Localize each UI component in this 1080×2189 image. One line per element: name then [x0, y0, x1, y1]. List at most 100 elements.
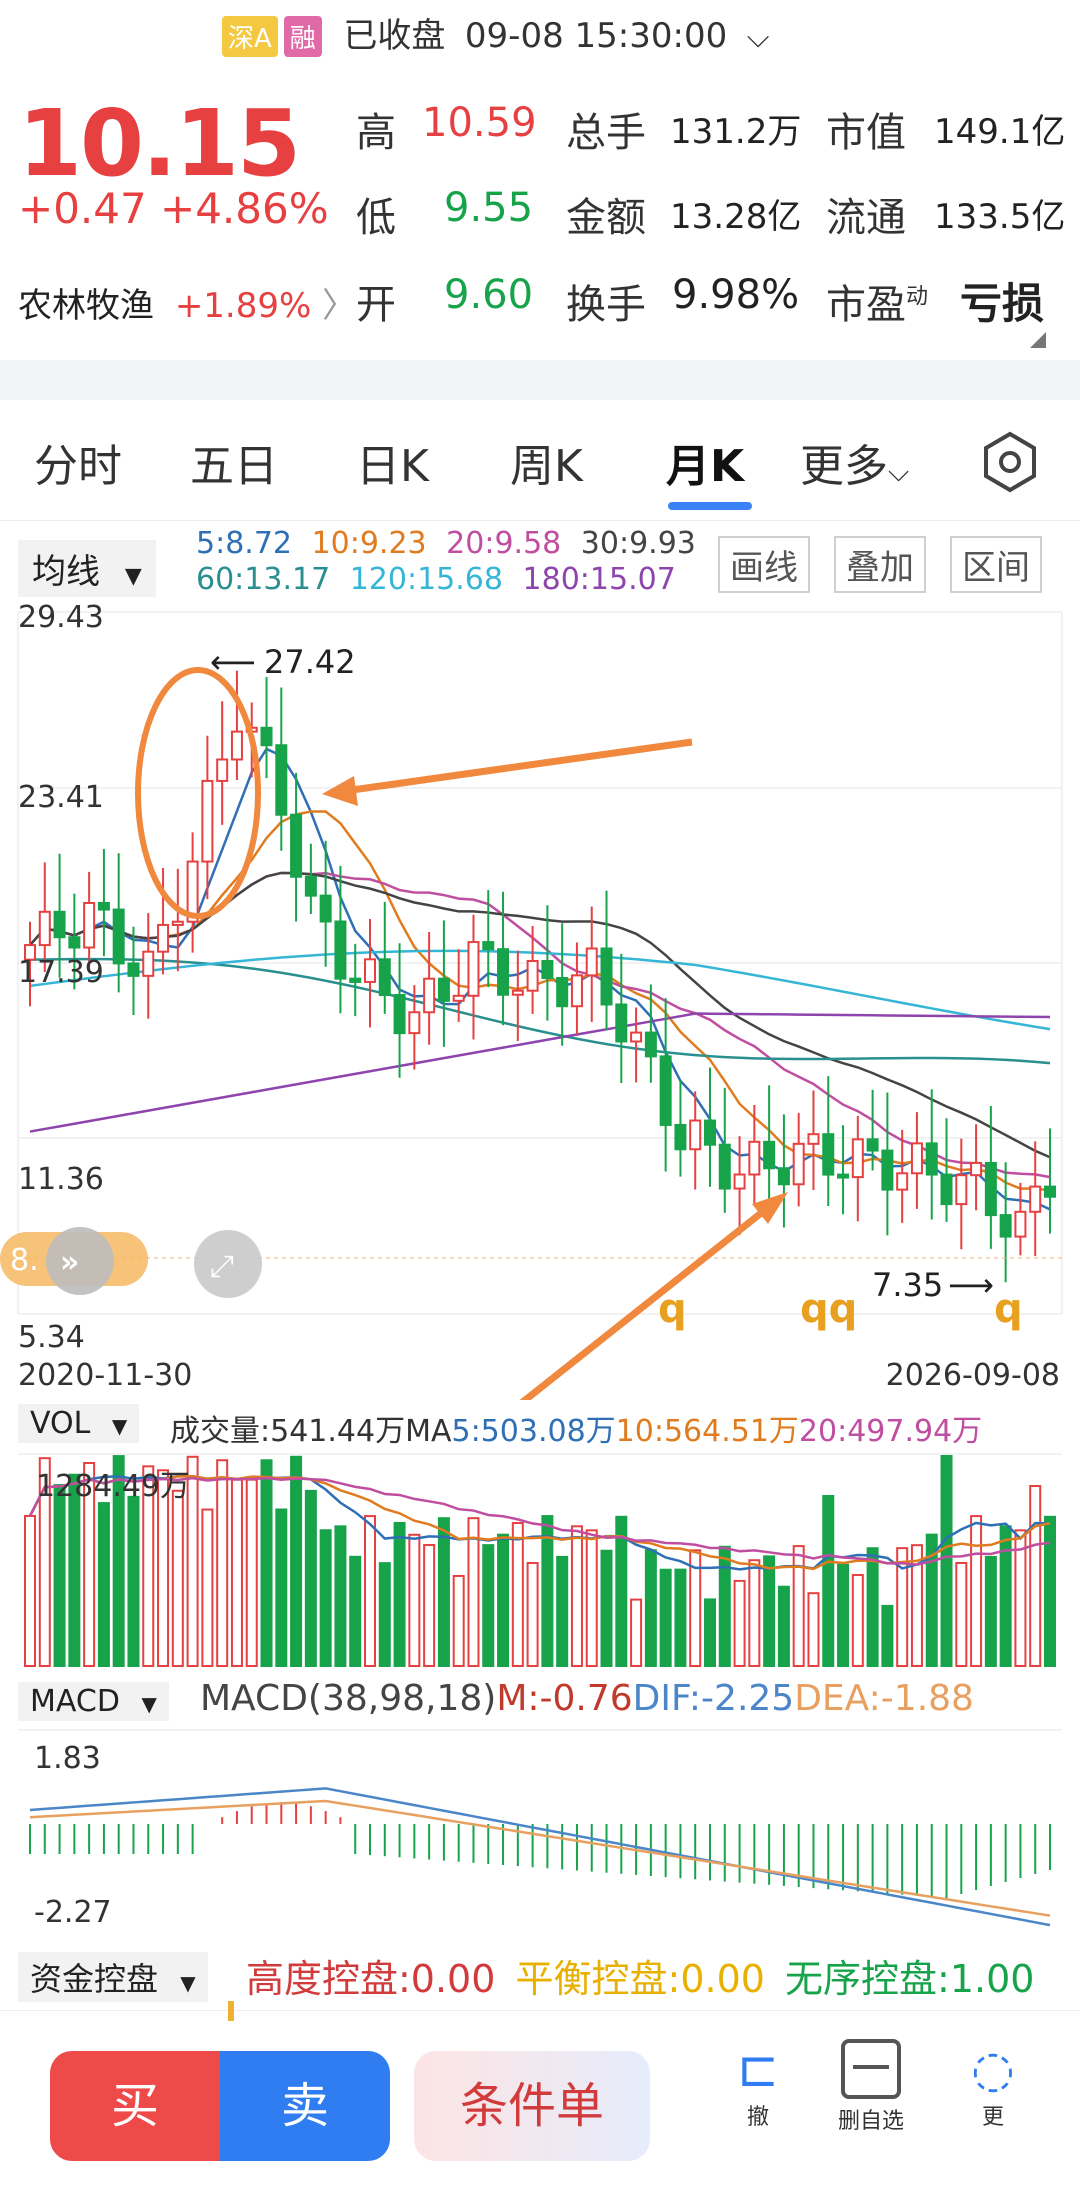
candle-body: [763, 1140, 776, 1170]
volume-bar: [570, 1525, 583, 1667]
candle-body: [910, 1142, 923, 1175]
volume-bar: [600, 1549, 613, 1667]
fast-forward-button[interactable]: [46, 1227, 114, 1295]
kline-gridlines: [17, 611, 1063, 1315]
cancel-order-button[interactable]: ⊏ 撤: [728, 2039, 788, 2131]
volume-bar: [718, 1545, 731, 1667]
kline-chart[interactable]: 29.43 23.41 17.39 11.36 5.34 ⟵ 27.42 7.3…: [0, 600, 1080, 1400]
low-label: 低: [356, 195, 396, 241]
volume-bar: [704, 1598, 716, 1667]
bottom-action-bar: 买 卖 条件单 ⊏ 撤 删自选 ◌ 更: [0, 2001, 1080, 2189]
volume-bar: [999, 1525, 1012, 1667]
remove-watchlist-button[interactable]: 删自选: [826, 2039, 916, 2135]
volume-bar: [467, 1517, 480, 1668]
tab-monthly-k[interactable]: 月K: [666, 430, 744, 494]
ma5-value: 5:8.72: [196, 526, 292, 561]
candle-body: [275, 744, 288, 816]
condition-order-button[interactable]: 条件单: [414, 2051, 650, 2161]
candle-body: [408, 1011, 421, 1035]
status-row[interactable]: 深A 融 已收盘 09-08 15:30:00 ⌵: [222, 8, 770, 57]
mark-qq: qq: [800, 1286, 857, 1332]
float-value: 133.5亿: [934, 197, 1066, 237]
candle-body: [556, 977, 569, 1008]
mktcap-label: 市值: [826, 110, 906, 156]
candle-body: [112, 908, 125, 965]
more-actions-button[interactable]: ◌ 更: [958, 2039, 1028, 2131]
dropdown-triangle-icon: ▼: [111, 1414, 128, 1438]
period-tabs: 分时 五日 日K 周K 月K 更多⌵: [0, 400, 1080, 521]
macd-top-label: 1.83: [34, 1741, 101, 1776]
tab-daily-k[interactable]: 日K: [356, 430, 429, 494]
macd-params: MACD(38,98,18): [200, 1678, 497, 1719]
candle-body: [216, 758, 229, 782]
fund-control-legend: 资金控盘 ▼ 高度控盘:0.00 平衡控盘:0.00 无序控盘:1.00: [0, 1946, 1080, 2006]
candle-body: [748, 1140, 761, 1176]
tab-intraday[interactable]: 分时: [34, 430, 122, 494]
volume-bar: [866, 1547, 879, 1667]
candle-body: [497, 948, 510, 996]
candle-body: [674, 1123, 687, 1151]
sector-link[interactable]: 农林牧渔 +1.89% 〉: [18, 278, 356, 327]
mark-q-1: q: [658, 1286, 687, 1332]
tab-five-day[interactable]: 五日: [190, 430, 278, 494]
volume-legend: VOL ▼ 成交量:541.44万MA5:503.08万10:564.51万20…: [0, 1398, 1080, 1449]
volume-label: 总手: [566, 110, 646, 156]
price-change-pct: +4.86%: [160, 184, 329, 233]
chevron-down-icon[interactable]: ⌵: [747, 20, 770, 55]
amount-label: 金额: [566, 195, 646, 241]
volume-selector[interactable]: VOL ▼: [18, 1404, 140, 1443]
tab-weekly-k[interactable]: 周K: [510, 430, 583, 494]
candle-body: [201, 779, 214, 863]
volume-bar: [423, 1544, 436, 1667]
pe-value: 亏损: [960, 279, 1045, 328]
volume-bar: [763, 1555, 776, 1667]
settings-hexagon-icon[interactable]: [978, 430, 1042, 494]
volume-bar: [940, 1455, 953, 1667]
sell-button[interactable]: 卖: [220, 2051, 390, 2161]
macd-chart[interactable]: 1.83 -2.27: [0, 1728, 1080, 1946]
macd-selector[interactable]: MACD ▼: [18, 1682, 169, 1721]
draw-line-button[interactable]: 画线: [718, 536, 810, 593]
candle-body: [925, 1142, 938, 1176]
buy-button[interactable]: 买: [50, 2051, 220, 2161]
active-tab-indicator: [668, 502, 752, 510]
ma30-value: 30:9.93: [580, 526, 696, 561]
corner-expand-icon[interactable]: [1030, 332, 1046, 348]
current-price: 10.15: [18, 90, 301, 197]
range-button[interactable]: 区间: [950, 536, 1042, 593]
volume-chart[interactable]: 1284.49万: [0, 1452, 1080, 1672]
candle-body: [83, 901, 96, 949]
volume-bar: [290, 1455, 303, 1668]
tab-more[interactable]: 更多⌵: [800, 430, 909, 494]
volume-bar: [334, 1525, 347, 1668]
volume-bar: [955, 1561, 968, 1667]
market-status: 已收盘: [343, 16, 446, 56]
fund-balance-control: 平衡控盘:0.00: [515, 1957, 765, 2001]
candle-body: [689, 1119, 702, 1151]
macd-legend: MACD ▼ MACD(38,98,18)M:-0.76DIF:-2.25DEA…: [0, 1676, 1080, 1726]
volume-bar: [24, 1515, 36, 1667]
volume-selector-label: VOL: [30, 1406, 91, 1441]
dropdown-triangle-icon: ▼: [180, 1971, 196, 1995]
volume-bar: [1029, 1485, 1042, 1667]
section-divider: [0, 360, 1080, 400]
sector-change: +1.89%: [174, 286, 312, 326]
candle-body: [570, 974, 583, 1008]
candle-body: [53, 910, 66, 939]
candle-body: [230, 730, 243, 761]
candle-body: [38, 910, 51, 947]
fund-selector[interactable]: 资金控盘 ▼: [18, 1952, 208, 2002]
chevron-right-icon: 〉: [322, 286, 357, 326]
ma-selector[interactable]: 均线 ▼: [18, 540, 156, 597]
volume-bar: [748, 1559, 761, 1667]
volume-bar: [378, 1562, 391, 1667]
overlay-button[interactable]: 叠加: [834, 536, 926, 593]
volume-bar: [792, 1545, 805, 1667]
candle-body: [777, 1167, 790, 1186]
volume-bar: [260, 1459, 273, 1667]
candle-body: [1029, 1185, 1042, 1213]
candle-body: [68, 936, 81, 949]
volume-bar: [97, 1502, 110, 1667]
mktcap-value: 149.1亿: [934, 112, 1066, 152]
volume-bar: [304, 1489, 317, 1667]
